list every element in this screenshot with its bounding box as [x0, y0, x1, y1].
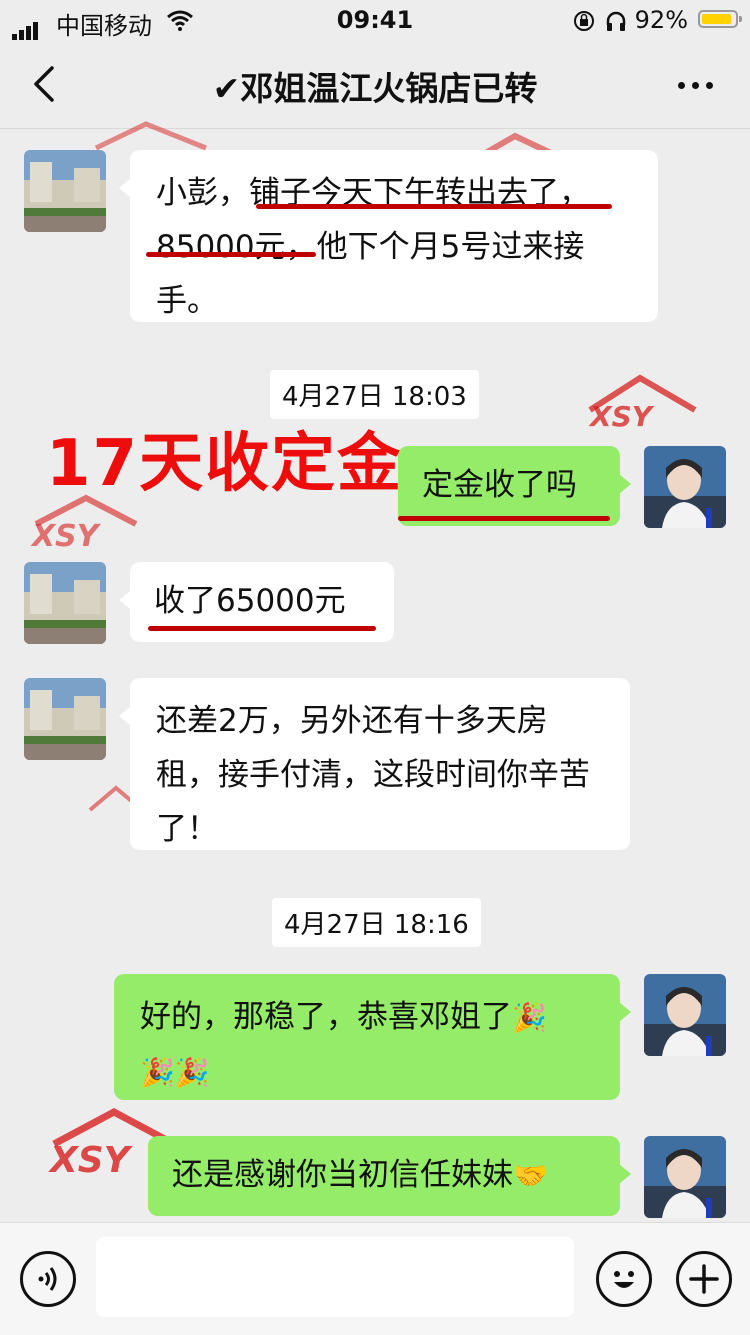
handshake-icon: 🤝: [513, 1159, 548, 1192]
timestamp: 4月27日 18:03: [270, 370, 479, 419]
more-dots-icon[interactable]: [672, 64, 720, 104]
svg-text:XSY: XSY: [48, 1140, 134, 1176]
message-bubble-right[interactable]: 还是感谢你当初信任妹妹🤝: [148, 1136, 631, 1216]
party-popper-icon: 🎉🎉: [140, 1056, 210, 1089]
check-mark: ✔: [212, 69, 241, 108]
message-input-bar: [0, 1222, 750, 1335]
status-bar: 中国移动 09:41 92%: [0, 0, 750, 40]
message-text: 好的，那稳了，恭喜邓姐了: [140, 999, 512, 1035]
chat-title-text: 邓姐温江火锅店已转: [240, 69, 538, 108]
plus-icon[interactable]: [676, 1251, 732, 1307]
party-popper-icon: 🎉: [512, 1001, 547, 1034]
voice-icon[interactable]: [20, 1251, 76, 1307]
message-input[interactable]: [96, 1237, 574, 1317]
message-text: 收了65000元: [154, 583, 346, 619]
underline-mark: [146, 252, 316, 257]
contact-avatar[interactable]: [24, 678, 106, 760]
emoji-icon[interactable]: [596, 1251, 652, 1307]
headphones-icon: [606, 11, 626, 31]
svg-text:XSY: XSY: [30, 519, 102, 550]
chat-title: ✔邓姐温江火锅店已转: [0, 62, 750, 110]
message-text: 还差2万，另外还有十多天房租，接手付清，这段时间你辛苦了！: [156, 703, 590, 847]
contact-avatar[interactable]: [24, 150, 106, 232]
my-avatar[interactable]: [644, 974, 726, 1056]
lock-rotation-icon: [574, 11, 594, 31]
message-text: 定金收了吗: [422, 467, 577, 503]
message-bubble-left[interactable]: 小彭，铺子今天下午转出去了，85000元，他下个月5号过来接手。: [119, 150, 658, 322]
underline-mark: [148, 626, 376, 631]
chat-header: ✔邓姐温江火锅店已转: [0, 40, 750, 129]
svg-text:XSY: XSY: [588, 400, 655, 430]
battery-percent: 92%: [634, 6, 688, 34]
message-bubble-left[interactable]: 还差2万，另外还有十多天房租，接手付清，这段时间你辛苦了！: [119, 678, 630, 850]
message-bubble-right[interactable]: 定金收了吗: [398, 446, 631, 526]
my-avatar[interactable]: [644, 446, 726, 528]
message-text: 还是感谢你当初信任妹妹: [172, 1157, 513, 1193]
battery-icon: [698, 10, 742, 28]
my-avatar[interactable]: [644, 1136, 726, 1218]
underline-mark: [398, 516, 610, 521]
timestamp: 4月27日 18:16: [272, 898, 481, 947]
underline-mark: [256, 204, 612, 209]
xsy-watermark-logo: XSY: [588, 374, 697, 430]
contact-avatar[interactable]: [24, 562, 106, 644]
message-bubble-right[interactable]: 好的，那稳了，恭喜邓姐了🎉 🎉🎉: [114, 974, 631, 1100]
message-text: 小彭，铺子今天下午转出去了，85000元，他下个月5号过来接手。: [156, 175, 590, 319]
overlay-caption: 17天收定金: [46, 427, 404, 501]
